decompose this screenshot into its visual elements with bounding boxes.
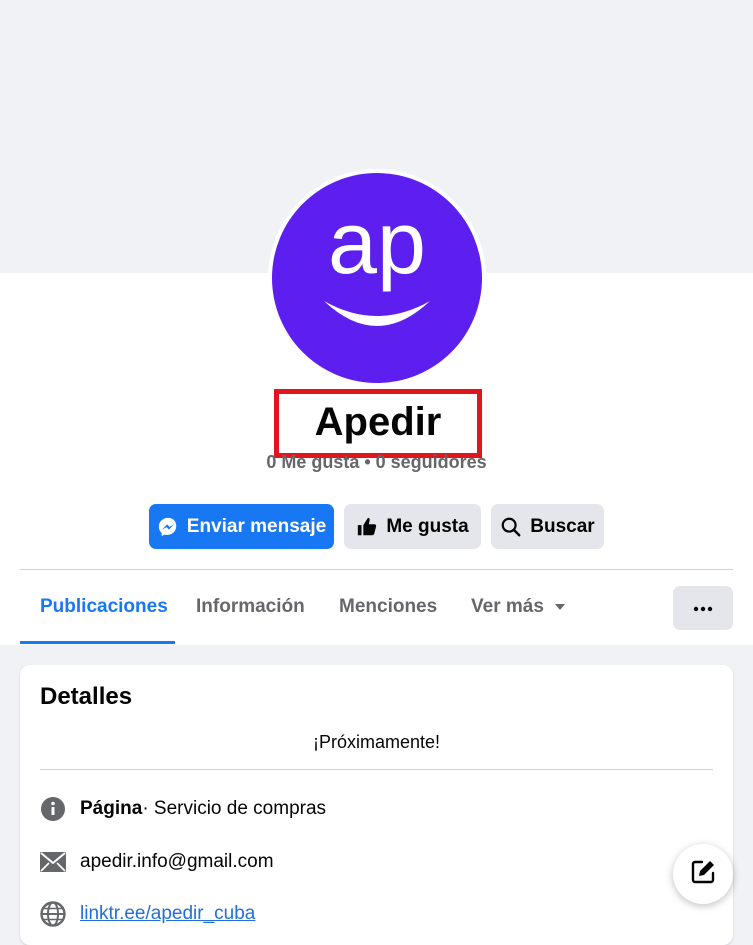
details-title: Detalles [40,683,133,710]
website-row[interactable]: linktr.ee/apedir_cuba [40,901,255,927]
avatar-text: ap [328,193,426,292]
search-icon [500,516,522,538]
info-icon [40,796,66,822]
active-tab-indicator [20,641,175,644]
header-divider [20,569,733,570]
category-row: Página · Servicio de compras [40,796,326,822]
bio-text: ¡Próximamente! [312,732,441,752]
more-options-button[interactable] [673,586,733,630]
tab-menciones[interactable]: Menciones [339,596,437,618]
avatar[interactable]: ap [272,173,482,383]
tab-ver-mas[interactable]: Ver más [471,596,566,618]
search-button[interactable]: Buscar [491,504,604,549]
tab-publicaciones[interactable]: Publicaciones [40,596,168,618]
mail-icon [40,849,66,875]
like-button[interactable]: Me gusta [344,504,481,549]
smile-shape [324,301,430,326]
tab-ver-mas-label: Ver más [471,596,544,617]
search-label: Buscar [530,515,595,537]
caret-down-icon [554,603,566,611]
category-value: · Servicio de compras [142,798,327,819]
thumbs-up-icon [356,516,378,538]
category-label: Página [80,798,143,819]
more-dots-icon [693,599,713,617]
avatar-logo: ap [324,193,430,326]
messenger-icon [157,516,179,538]
compose-button[interactable] [673,844,733,904]
page-stats: 0 Me gusta • 0 seguidores [266,452,487,472]
email-row[interactable]: apedir.info@gmail.com [40,849,274,875]
compose-icon [689,858,717,891]
globe-icon [40,901,66,927]
details-divider [40,769,713,770]
like-label: Me gusta [386,515,469,537]
send-message-button[interactable]: Enviar mensaje [149,504,334,549]
details-card: Detalles ¡Próximamente! Página · Servici… [20,665,733,945]
page-title: Apedir [314,400,442,444]
send-message-label: Enviar mensaje [186,515,327,537]
tab-informacion[interactable]: Información [196,596,305,618]
email-text: apedir.info@gmail.com [80,851,274,872]
website-link[interactable]: linktr.ee/apedir_cuba [80,903,255,925]
